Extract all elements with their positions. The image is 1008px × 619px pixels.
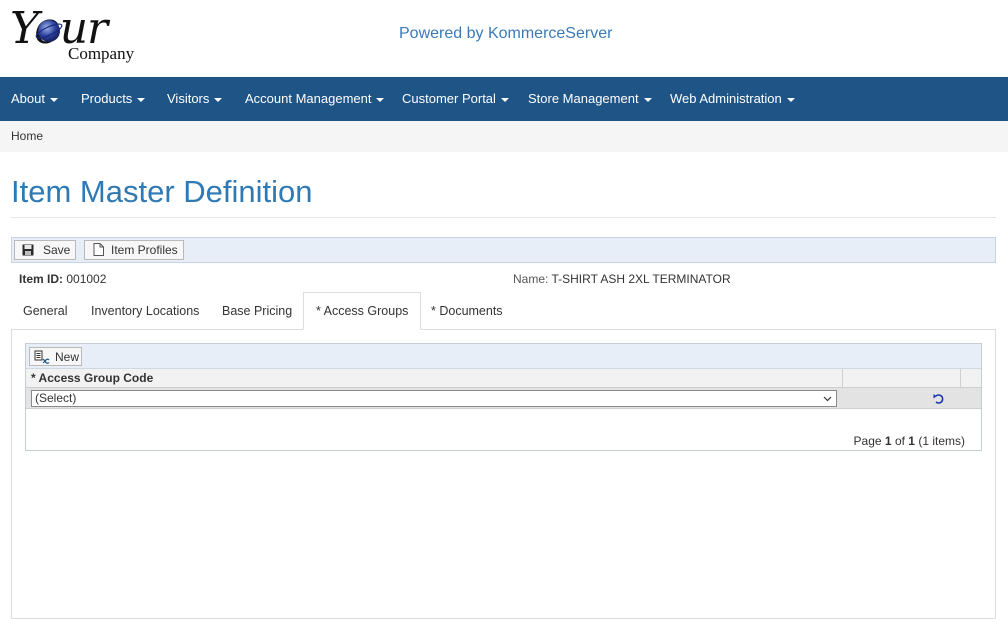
access-group-code-select-value: (Select) bbox=[35, 391, 77, 405]
nav-label: Products bbox=[81, 91, 133, 106]
grid-pager: Page 1 of 1 (1 items) bbox=[854, 434, 965, 448]
nav-item-web-administration[interactable]: Web Administration bbox=[670, 77, 795, 121]
new-row-label: New bbox=[55, 350, 80, 364]
tab-inventory-locations[interactable]: Inventory Locations bbox=[79, 292, 211, 330]
nav-label: Store Management bbox=[528, 91, 639, 106]
tab-base-pricing[interactable]: Base Pricing bbox=[210, 292, 304, 330]
title-divider bbox=[11, 217, 996, 218]
pager-item-count: (1 items) bbox=[918, 434, 965, 448]
main-navbar: About Products Visitors Account Manageme… bbox=[0, 77, 1008, 121]
nav-item-visitors[interactable]: Visitors bbox=[167, 77, 223, 121]
item-id-value: 001002 bbox=[66, 272, 107, 286]
caret-down-icon bbox=[376, 97, 385, 102]
breadcrumb-home-link[interactable]: Home bbox=[11, 129, 43, 143]
tab-access-groups[interactable]: * Access Groups bbox=[303, 292, 422, 330]
pager-of: of bbox=[894, 434, 905, 448]
nav-item-account-management[interactable]: Account Management bbox=[245, 77, 385, 121]
pager-current-page: 1 bbox=[884, 434, 892, 448]
item-id-field: Item ID: 001002 bbox=[19, 272, 106, 286]
company-logo[interactable]: Your Company bbox=[10, 4, 140, 66]
table-row: (Select) bbox=[26, 388, 981, 409]
nav-item-customer-portal[interactable]: Customer Portal bbox=[402, 77, 509, 121]
floppy-disk-icon bbox=[22, 244, 34, 256]
chevron-down-icon bbox=[823, 396, 832, 402]
grid-toolbar: New bbox=[26, 344, 981, 369]
column-divider bbox=[960, 369, 961, 388]
powered-by-text: Powered by KommerceServer bbox=[399, 25, 613, 42]
grid-header-row: * Access Group Code bbox=[26, 369, 981, 388]
pager-prefix: Page bbox=[853, 434, 882, 448]
caret-down-icon bbox=[500, 97, 509, 102]
pager-total-pages: 1 bbox=[908, 434, 915, 448]
item-toolbar: Save Item Profiles bbox=[11, 237, 996, 263]
caret-down-icon bbox=[137, 97, 146, 102]
caret-down-icon bbox=[49, 97, 58, 102]
document-icon bbox=[93, 243, 104, 256]
nav-label: Web Administration bbox=[670, 91, 782, 106]
item-name-field: Name: T-SHIRT ASH 2XL TERMINATOR bbox=[513, 272, 731, 286]
logo-text-company: Company bbox=[68, 44, 135, 63]
item-id-label: Item ID: bbox=[19, 272, 64, 286]
save-button-label: Save bbox=[43, 243, 71, 257]
tab-documents[interactable]: * Documents bbox=[419, 292, 515, 330]
nav-label: Visitors bbox=[167, 91, 210, 106]
column-divider bbox=[842, 369, 843, 388]
item-name-label: Name: bbox=[513, 272, 549, 286]
page-title: Item Master Definition bbox=[11, 174, 313, 209]
tab-general[interactable]: General bbox=[11, 292, 79, 330]
item-profiles-label: Item Profiles bbox=[111, 243, 178, 257]
globe-icon bbox=[35, 20, 63, 42]
site-header: Your Company Powered by KommerceServer bbox=[0, 0, 1008, 77]
nav-label: Account Management bbox=[245, 91, 372, 106]
nav-label: About bbox=[11, 91, 45, 106]
nav-label: Customer Portal bbox=[402, 91, 496, 106]
nav-item-about[interactable]: About bbox=[11, 77, 58, 121]
caret-down-icon bbox=[214, 97, 223, 102]
access-groups-grid: New * Access Group Code (Select) Page 1 … bbox=[25, 343, 982, 451]
item-profiles-button[interactable]: Item Profiles bbox=[84, 240, 184, 260]
item-name-value: T-SHIRT ASH 2XL TERMINATOR bbox=[551, 272, 731, 286]
caret-down-icon bbox=[643, 97, 652, 102]
nav-item-store-management[interactable]: Store Management bbox=[528, 77, 652, 121]
breadcrumb: Home bbox=[0, 121, 1008, 152]
column-header-access-group-code[interactable]: * Access Group Code bbox=[31, 371, 153, 385]
new-row-button[interactable]: New bbox=[29, 347, 82, 366]
caret-down-icon bbox=[786, 97, 795, 102]
save-button[interactable]: Save bbox=[14, 240, 76, 260]
access-group-code-select[interactable]: (Select) bbox=[31, 390, 837, 407]
new-row-icon bbox=[34, 350, 50, 364]
nav-item-products[interactable]: Products bbox=[81, 77, 146, 121]
undo-icon[interactable] bbox=[932, 393, 946, 405]
